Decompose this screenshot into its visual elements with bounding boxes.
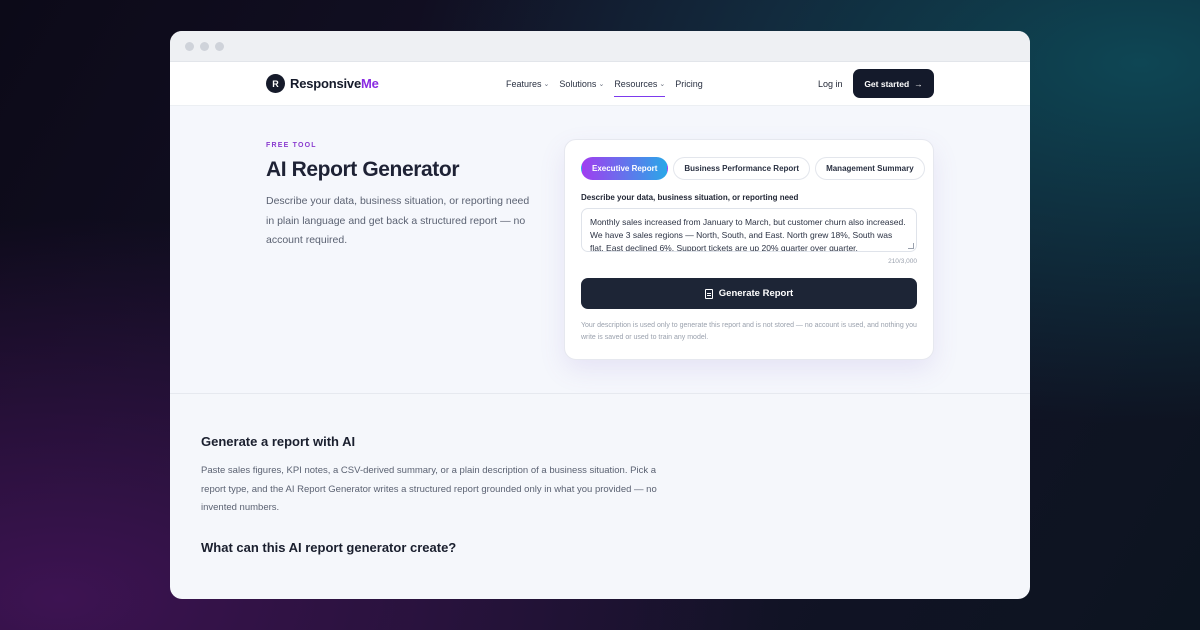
resize-handle-icon[interactable]: [908, 243, 914, 249]
report-type-tabs: Executive Report Business Performance Re…: [581, 157, 925, 180]
hero-section: FREE TOOL AI Report Generator Describe y…: [170, 106, 1030, 394]
nav-item-pricing[interactable]: Pricing: [673, 62, 705, 106]
nav-links: Features ⌄ Solutions ⌄ Resources ⌄ Prici…: [504, 62, 705, 106]
chevron-down-icon: ⌄: [543, 81, 550, 88]
description-label: Describe your data, business situation, …: [581, 193, 799, 202]
brand-mark-icon: R: [266, 74, 285, 93]
content-section: Generate a report with AI Paste sales fi…: [201, 434, 661, 518]
brand-logo[interactable]: R ResponsiveMe: [266, 74, 379, 93]
chevron-down-icon: ⌄: [659, 81, 666, 88]
window-dot-close[interactable]: [185, 41, 194, 51]
nav-item-solutions[interactable]: Solutions ⌄: [557, 62, 606, 106]
arrow-right-icon: →: [914, 78, 923, 89]
character-counter: 210/3,000: [888, 258, 917, 265]
hero-description: Describe your data, business situation, …: [266, 195, 530, 246]
chevron-down-icon: ⌄: [598, 81, 605, 88]
section-heading-generate: Generate a report with AI: [201, 434, 356, 449]
document-icon: [704, 288, 713, 299]
section-paragraph: Paste sales figures, KPI notes, a CSV-de…: [201, 465, 657, 513]
hero-eyebrow: FREE TOOL: [266, 142, 317, 149]
description-textarea[interactable]: Monthly sales increased from January to …: [581, 208, 917, 252]
top-navbar: R ResponsiveMe Features ⌄ Solutions ⌄ Re…: [170, 62, 1030, 106]
brand-name: ResponsiveMe: [290, 76, 379, 91]
privacy-note: Your description is used only to generat…: [581, 322, 917, 341]
section-heading-what-can: What can this AI report generator create…: [201, 540, 457, 555]
window-dot-minimize[interactable]: [200, 41, 209, 51]
tab-executive-report[interactable]: Executive Report: [581, 157, 669, 180]
textarea-value: Monthly sales increased from January to …: [590, 217, 906, 252]
tab-management-summary[interactable]: Management Summary: [815, 157, 925, 180]
window-dot-maximize[interactable]: [215, 41, 224, 51]
page-title: AI Report Generator: [266, 158, 460, 181]
get-started-button[interactable]: Get started →: [853, 69, 934, 98]
nav-item-resources[interactable]: Resources ⌄: [612, 62, 667, 106]
browser-chrome: [170, 31, 1030, 62]
generate-report-button[interactable]: Generate Report: [581, 278, 917, 309]
nav-item-features[interactable]: Features ⌄: [504, 62, 551, 106]
login-link[interactable]: Log in: [818, 79, 843, 89]
tab-business-performance-report[interactable]: Business Performance Report: [673, 157, 811, 180]
report-form-card: Executive Report Business Performance Re…: [564, 139, 934, 360]
